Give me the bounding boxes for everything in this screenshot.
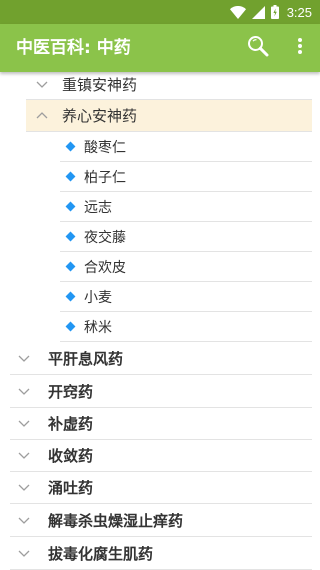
more-options-button[interactable]	[286, 24, 314, 72]
chevron-down-icon[interactable]	[16, 440, 32, 471]
status-icons: 3:25	[229, 3, 312, 21]
chevron-down-icon[interactable]	[16, 537, 32, 569]
tree-leaf-item[interactable]: 远志	[60, 192, 312, 222]
tree-leaf-item[interactable]: 酸枣仁	[60, 132, 312, 162]
chevron-down-icon[interactable]	[34, 72, 50, 99]
tree-leaf-item[interactable]: 柏子仁	[60, 162, 312, 192]
tree-item-label: 解毒杀虫燥湿止痒药	[48, 511, 184, 530]
tree-item-label: 合欢皮	[84, 259, 126, 276]
search-button[interactable]	[240, 24, 276, 72]
tree-item-label: 平肝息风药	[48, 349, 124, 368]
diamond-bullet-icon	[65, 291, 76, 302]
diamond-bullet-icon	[65, 201, 76, 212]
tree-leaf-item[interactable]: 夜交藤	[60, 222, 312, 252]
status-time: 3:25	[286, 4, 312, 20]
tree-leaf-item[interactable]: 秫米	[60, 312, 312, 342]
tree-category-item[interactable]: 重镇安神药	[26, 72, 312, 100]
signal-icon	[251, 5, 265, 19]
category-tree: 重镇安神药养心安神药酸枣仁柏子仁远志夜交藤合欢皮小麦秫米平肝息风药开窍药补虚药收…	[0, 72, 320, 570]
tree-item-label: 夜交藤	[84, 229, 126, 246]
tree-item-label: 酸枣仁	[84, 139, 126, 156]
tree-category-item[interactable]: 平肝息风药	[10, 342, 312, 375]
app-bar: 中医百科: 中药	[0, 24, 320, 72]
search-icon	[247, 35, 269, 61]
tree-item-label: 收敛药	[48, 447, 94, 465]
tree-category-item[interactable]: 收敛药	[10, 440, 312, 472]
tree-item-label: 涌吐药	[48, 479, 94, 497]
diamond-bullet-icon	[65, 321, 76, 332]
diamond-bullet-icon	[65, 141, 76, 152]
battery-icon	[270, 5, 279, 19]
tree-leaf-item[interactable]: 合欢皮	[60, 252, 312, 282]
tree-category-item[interactable]: 开窍药	[10, 375, 312, 408]
wifi-icon	[229, 5, 246, 19]
app-title: 中医百科: 中药	[16, 38, 131, 58]
tree-category-item[interactable]: 拔毒化腐生肌药	[10, 537, 312, 570]
tree-item-label: 重镇安神药	[62, 76, 138, 94]
diamond-bullet-icon	[65, 231, 76, 242]
chevron-up-icon[interactable]	[34, 100, 50, 131]
tree-item-label: 养心安神药	[62, 107, 138, 125]
chevron-down-icon[interactable]	[16, 408, 32, 439]
tree-item-label: 拔毒化腐生肌药	[48, 544, 154, 563]
chevron-down-icon[interactable]	[16, 472, 32, 503]
tree-category-item[interactable]: 解毒杀虫燥湿止痒药	[10, 504, 312, 537]
tree-item-label: 秫米	[84, 319, 112, 336]
diamond-bullet-icon	[65, 261, 76, 272]
tree-category-item[interactable]: 涌吐药	[10, 472, 312, 504]
diamond-bullet-icon	[65, 171, 76, 182]
chevron-down-icon[interactable]	[16, 375, 32, 407]
tree-item-label: 开窍药	[48, 382, 94, 401]
tree-item-label: 远志	[84, 199, 112, 216]
tree-item-label: 小麦	[84, 289, 112, 306]
status-bar: 3:25	[0, 0, 320, 24]
tree-category-item[interactable]: 补虚药	[10, 408, 312, 440]
chevron-down-icon[interactable]	[16, 504, 32, 536]
more-vert-icon	[298, 38, 302, 58]
tree-leaf-item[interactable]: 小麦	[60, 282, 312, 312]
chevron-down-icon[interactable]	[16, 342, 32, 374]
tree-item-label: 补虚药	[48, 415, 94, 433]
tree-item-label: 柏子仁	[84, 169, 126, 186]
tree-category-item[interactable]: 养心安神药	[26, 100, 312, 132]
